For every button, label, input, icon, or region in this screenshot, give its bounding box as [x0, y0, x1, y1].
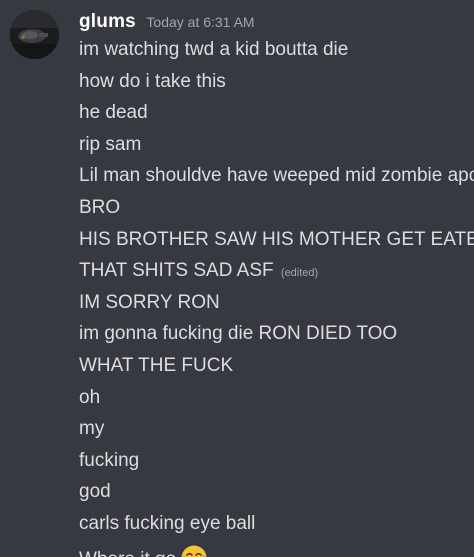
message-text: my	[79, 418, 105, 440]
message-line: BRO	[79, 196, 474, 228]
username[interactable]: glums	[79, 11, 136, 32]
message-text: how do i take this	[79, 70, 226, 92]
message-line: fucking	[79, 449, 474, 481]
message-text: carls fucking eye ball	[79, 512, 256, 534]
message-text: WHAT THE FUCK	[79, 354, 234, 376]
timestamp: Today at 6:31 AM	[146, 14, 255, 30]
message-group: glums Today at 6:31 AM im watching twd a…	[0, 0, 474, 557]
message-text: im watching twd a kid boutta die	[79, 39, 349, 60]
message-text: THAT SHITS SAD ASF	[79, 260, 274, 282]
message-text: fucking	[79, 449, 140, 471]
message-text: im gonna fucking die RON DIED TOO	[79, 323, 398, 345]
message-line: IM SORRY RON	[79, 291, 474, 323]
avatar-image	[10, 10, 59, 59]
message-text: Lil man shouldve have weeped mid zombie …	[79, 165, 474, 187]
face-with-tears-of-joy-emoji[interactable]	[180, 544, 208, 557]
message-text: he dead	[79, 102, 148, 124]
message-line: my	[79, 417, 474, 449]
message-line: god	[79, 480, 474, 512]
message-line: im gonna fucking die RON DIED TOO	[79, 322, 474, 354]
message-text: god	[79, 481, 111, 503]
edited-indicator: (edited)	[280, 267, 319, 280]
message-line: Where it go	[79, 544, 474, 557]
message-line: Lil man shouldve have weeped mid zombie …	[79, 164, 474, 196]
message-text: HIS BROTHER SAW HIS MOTHER GET EATEN	[79, 228, 474, 250]
message-list: im watching twd a kid boutta die how do …	[79, 38, 474, 557]
message-line: how do i take this	[79, 70, 474, 102]
message-line: rip sam	[79, 133, 474, 165]
message-line: HIS BROTHER SAW HIS MOTHER GET EATEN	[79, 228, 474, 260]
avatar[interactable]	[10, 10, 59, 59]
message-line: im watching twd a kid boutta die	[79, 38, 474, 70]
message-line: THAT SHITS SAD ASF (edited)	[79, 259, 474, 291]
message-line: WHAT THE FUCK	[79, 354, 474, 386]
message-text: oh	[79, 386, 101, 408]
message-line: he dead	[79, 101, 474, 133]
message-line: carls fucking eye ball	[79, 512, 474, 544]
message-text: rip sam	[79, 133, 142, 155]
message-header: glums Today at 6:31 AM	[79, 11, 255, 33]
message-line: oh	[79, 386, 474, 418]
message-text: BRO	[79, 196, 121, 218]
message-text: IM SORRY RON	[79, 291, 220, 313]
message-text: Where it go	[79, 549, 176, 557]
